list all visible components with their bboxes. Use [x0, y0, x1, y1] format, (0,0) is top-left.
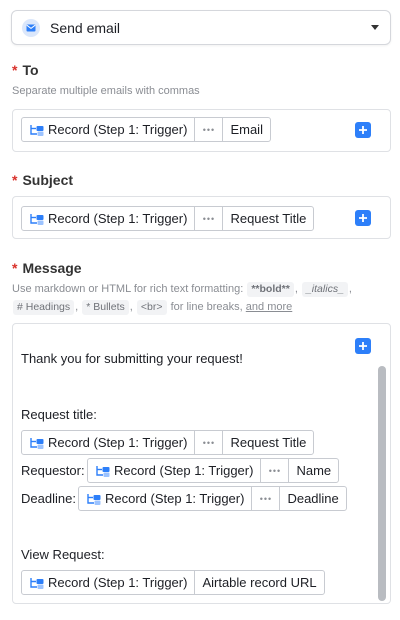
helper-sep: , — [129, 301, 133, 313]
record-token-label: Record (Step 1: Trigger) — [48, 211, 188, 226]
message-greeting: Thank you for submitting your request! — [21, 351, 243, 366]
record-token[interactable]: Record (Step 1: Trigger) ••• Name — [87, 458, 340, 483]
message-helper-text: Use markdown or HTML for rich text forma… — [12, 280, 392, 316]
record-token-label: Record (Step 1: Trigger) — [48, 122, 188, 137]
record-source-icon — [29, 212, 45, 226]
action-select-label: Send email — [50, 19, 121, 36]
more-icon[interactable]: ••• — [194, 207, 222, 230]
helper-suffix: for line breaks, — [167, 301, 246, 313]
record-token-label: Record (Step 1: Trigger) — [48, 435, 188, 450]
record-token[interactable]: Record (Step 1: Trigger) ••• Request Tit… — [21, 430, 315, 455]
required-marker: * — [12, 260, 18, 276]
record-token-label: Record (Step 1: Trigger) — [105, 491, 245, 506]
message-view-request-label: View Request: — [21, 547, 105, 562]
record-token[interactable]: Record (Step 1: Trigger) Airtable record… — [21, 570, 325, 595]
more-icon[interactable]: ••• — [251, 487, 279, 510]
helper-sep: , — [294, 283, 298, 295]
helper-code-bold: **bold** — [247, 282, 294, 297]
more-icon[interactable]: ••• — [260, 459, 288, 482]
record-token[interactable]: Record (Step 1: Trigger) ••• Deadline — [78, 486, 347, 511]
helper-code-italics: _italics_ — [301, 282, 348, 297]
chevron-down-icon — [370, 23, 380, 33]
message-label: * Message — [12, 260, 82, 276]
record-token[interactable]: Record (Step 1: Trigger) ••• Email — [21, 117, 271, 142]
add-token-button[interactable] — [355, 210, 371, 226]
add-token-button[interactable] — [355, 122, 371, 138]
subject-label: * Subject — [12, 172, 73, 188]
field-token-value: Request Title — [222, 431, 313, 454]
more-icon[interactable]: ••• — [194, 118, 222, 141]
record-token-label: Record (Step 1: Trigger) — [48, 575, 188, 590]
helper-intro: Use markdown or HTML for rich text forma… — [12, 283, 247, 295]
subject-field[interactable]: Record (Step 1: Trigger) ••• Request Tit… — [12, 196, 391, 239]
add-token-button[interactable] — [355, 338, 371, 354]
record-source-icon — [29, 576, 45, 590]
message-deadline-label: Deadline: — [21, 491, 76, 506]
record-token[interactable]: Record (Step 1: Trigger) ••• Request Tit… — [21, 206, 315, 231]
helper-code-br: <br> — [136, 300, 167, 315]
more-icon[interactable]: ••• — [194, 431, 222, 454]
field-token-value: Airtable record URL — [194, 571, 323, 594]
subject-label-text: Subject — [22, 172, 74, 188]
record-source-icon — [95, 464, 111, 478]
required-marker: * — [12, 172, 18, 188]
to-field[interactable]: Record (Step 1: Trigger) ••• Email — [12, 109, 391, 152]
record-source-icon — [29, 123, 45, 137]
field-token-value: Deadline — [279, 487, 345, 510]
action-select[interactable]: Send email — [11, 10, 391, 45]
to-label-text: To — [22, 62, 39, 78]
helper-sep: , — [75, 301, 79, 313]
mail-icon — [22, 18, 40, 37]
record-source-icon — [86, 492, 102, 506]
helper-code-headings: # Headings — [13, 300, 75, 315]
message-requestor-label: Requestor: — [21, 463, 85, 478]
required-marker: * — [12, 62, 18, 78]
field-token-value: Request Title — [222, 207, 313, 230]
field-token-value: Name — [288, 459, 338, 482]
record-token-label: Record (Step 1: Trigger) — [114, 463, 254, 478]
and-more-link[interactable]: and more — [246, 301, 292, 313]
to-helper-text: Separate multiple emails with commas — [12, 85, 200, 97]
record-source-icon — [29, 436, 45, 450]
message-request-title-label: Request title: — [21, 407, 97, 422]
helper-code-bullets: * Bullets — [82, 300, 129, 315]
message-scrollbar[interactable] — [378, 366, 386, 601]
to-label: * To — [12, 62, 39, 78]
field-token-value: Email — [222, 118, 270, 141]
helper-sep: , — [348, 283, 352, 295]
message-field[interactable]: Thank you for submitting your request! R… — [12, 323, 391, 604]
message-label-text: Message — [22, 260, 82, 276]
